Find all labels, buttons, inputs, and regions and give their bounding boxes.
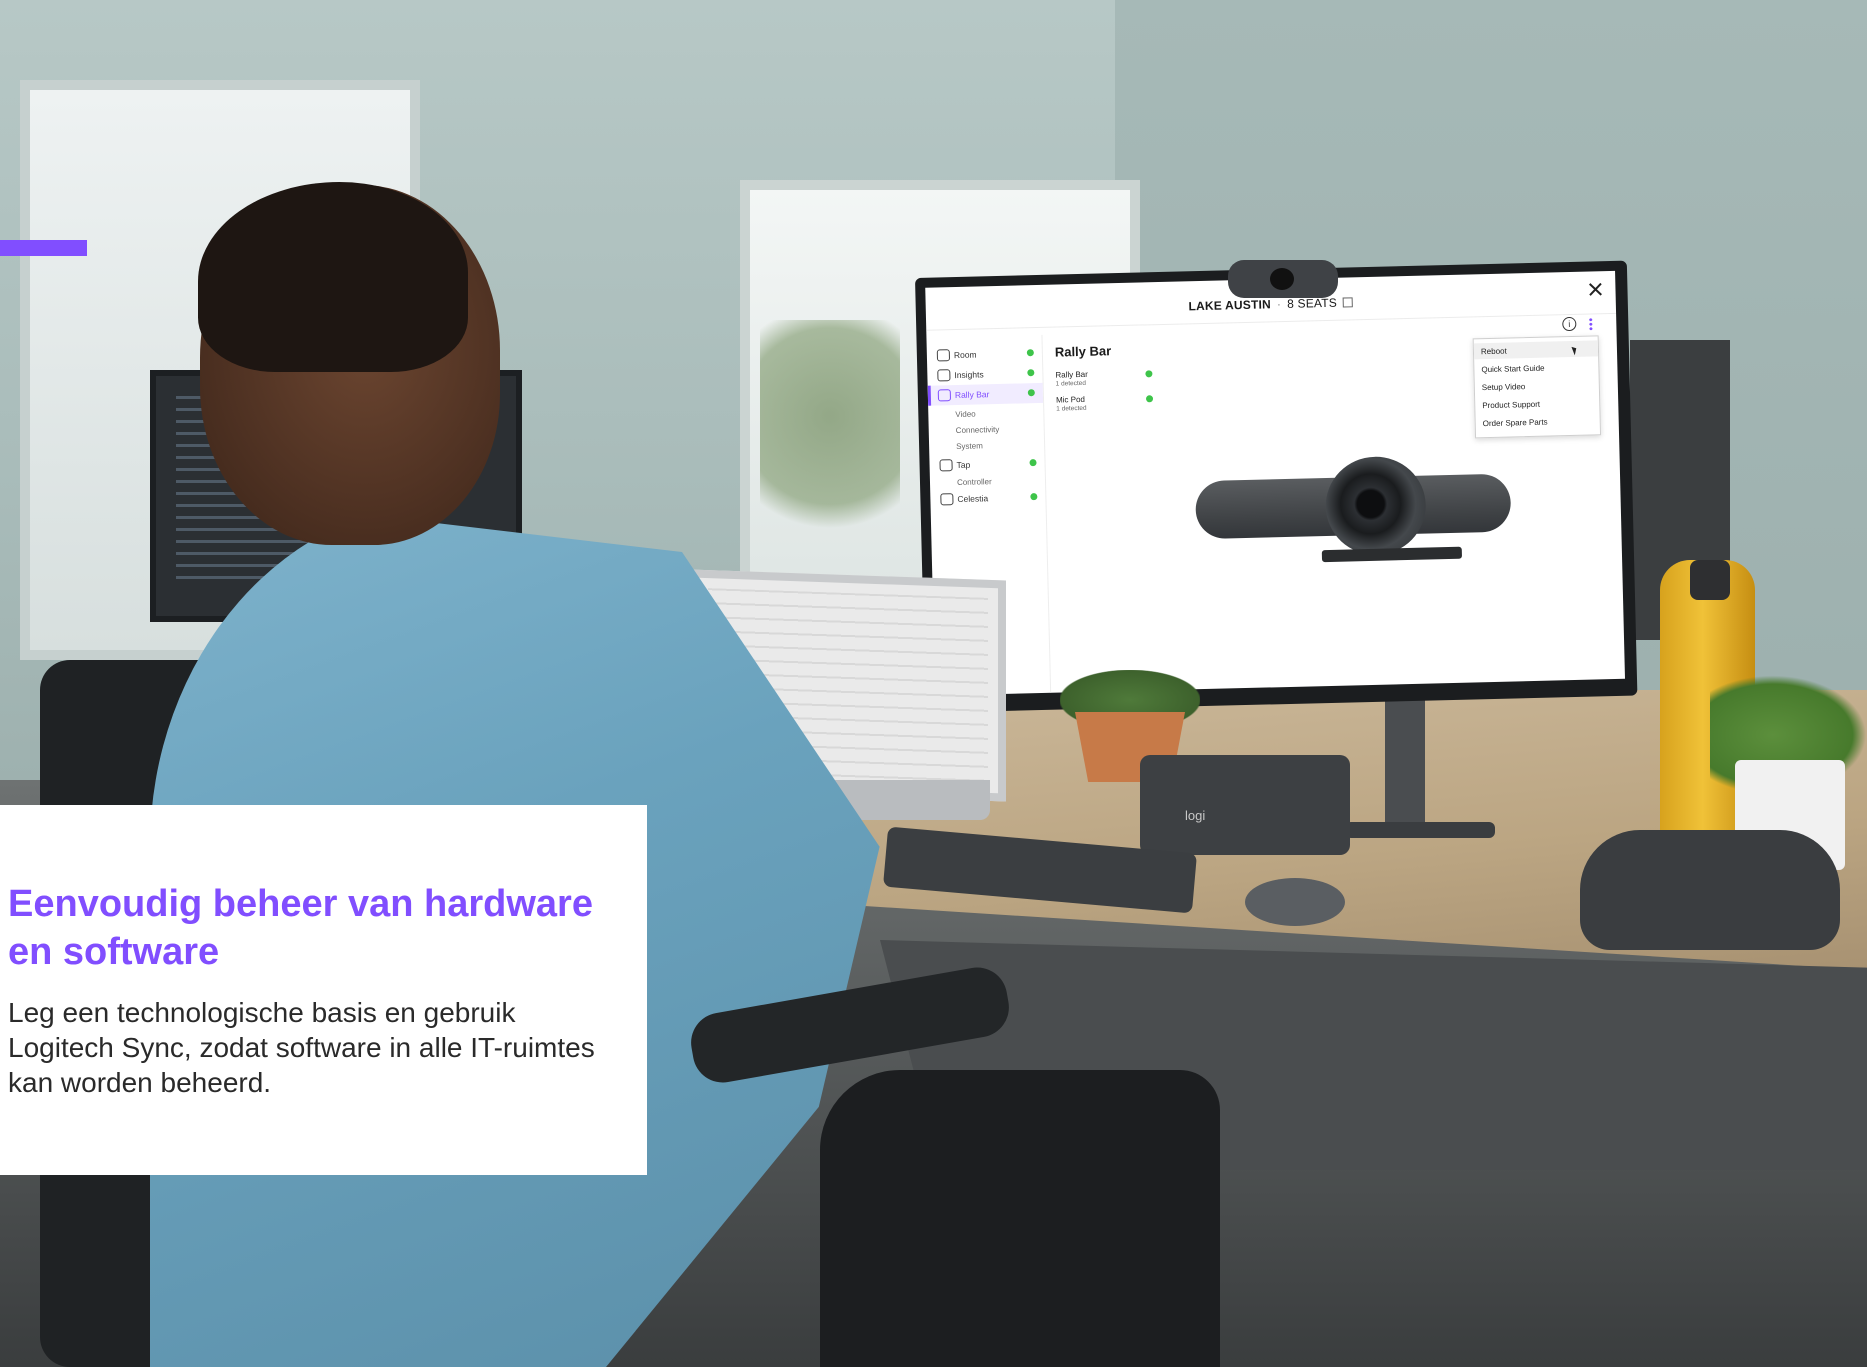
menu-item-label: Reboot [1480, 346, 1507, 357]
background-plant [760, 320, 900, 560]
sync-app-window: LAKE AUSTIN · 8 SEATS Room Insights Rall… [925, 270, 1626, 696]
content-title: Rally Bar [1054, 343, 1112, 360]
menu-item-order-spare-parts[interactable]: Order Spare Parts [1476, 412, 1600, 431]
info-icon[interactable]: i [1562, 316, 1577, 332]
sidebar-item-label: Insights [954, 369, 984, 381]
menu-item-label: Product Support [1482, 399, 1541, 411]
sidebar-item-label: Tap [956, 459, 971, 471]
status-ok-icon [1026, 349, 1034, 357]
body-text: Leg een technologische basis en gebruik … [8, 997, 595, 1098]
status-ok-icon [1145, 395, 1154, 403]
rally-bar-camera-lens [1324, 455, 1427, 557]
status-ok-icon [1145, 370, 1153, 378]
sidebar-sub-connectivity[interactable]: Connectivity [956, 425, 1000, 435]
separator: · [1276, 297, 1282, 312]
speaker-logo: logi [1185, 808, 1206, 823]
sidebar-sub-video[interactable]: Video [955, 410, 976, 419]
mouse [1245, 878, 1345, 926]
device-status: 1 detected [1055, 379, 1087, 388]
menu-item-label: Setup Video [1481, 382, 1526, 393]
device-row-rally-bar[interactable]: Rally Bar 1 detected [1055, 370, 1088, 388]
status-ok-icon [1029, 459, 1037, 467]
menu-item-label: Quick Start Guide [1481, 363, 1545, 375]
device-status: 1 detected [1056, 404, 1087, 413]
webcam-lens [1270, 268, 1294, 290]
monitor-stand [1385, 688, 1425, 833]
rally-bar-stand [1321, 546, 1463, 563]
menu-item-quick-start-guide[interactable]: Quick Start Guide [1474, 358, 1598, 377]
room-icon [936, 349, 951, 362]
speaker-icon [940, 493, 954, 506]
headline: Eenvoudig beheer van hardware en softwar… [8, 883, 593, 973]
sidebar-item-label: Room [953, 349, 977, 361]
accent-bar [0, 240, 87, 256]
sidebar-item-room[interactable]: Room [927, 343, 1042, 366]
main-monitor: LAKE AUSTIN · 8 SEATS Room Insights Rall… [915, 260, 1638, 713]
lightbulb-icon [937, 369, 951, 382]
sidebar-item-tap[interactable]: Tap [929, 453, 1044, 476]
sidebar-item-label: Celestia [957, 493, 989, 505]
headset [1580, 830, 1840, 950]
status-ok-icon [1027, 369, 1035, 377]
monitor-stand-base [1345, 822, 1495, 838]
more-options-icon[interactable] [1589, 317, 1593, 331]
menu-item-label: Order Spare Parts [1482, 417, 1548, 429]
menu-item-product-support[interactable]: Product Support [1475, 394, 1599, 413]
edit-icon[interactable] [1342, 297, 1354, 308]
sidebar-item-insights[interactable]: Insights [927, 363, 1042, 386]
menu-item-setup-video[interactable]: Setup Video [1475, 376, 1599, 395]
device-name: Mic Pod [1055, 394, 1086, 405]
status-ok-icon [1027, 389, 1035, 397]
person-legs [820, 1070, 1220, 1367]
sidebar-sub-system[interactable]: System [956, 441, 983, 451]
device-menu: Reboot Quick Start Guide Setup Video Pro… [1472, 335, 1602, 439]
menu-item-reboot[interactable]: Reboot [1473, 340, 1599, 360]
sidebar-item-celestia[interactable]: Celestia [930, 487, 1045, 510]
sidebar-sub-controller[interactable]: Controller [957, 477, 992, 487]
bottle-cap [1690, 560, 1730, 600]
sidebar-item-rally-bar[interactable]: Rally Bar [927, 382, 1044, 406]
device-row-mic-pod[interactable]: Mic Pod 1 detected [1056, 395, 1087, 413]
device-name: Rally Bar [1055, 369, 1088, 380]
status-ok-icon [1030, 493, 1038, 501]
sidebar-item-label: Rally Bar [954, 389, 990, 401]
person-hair [198, 182, 468, 372]
camera-bar-icon [937, 389, 952, 402]
close-icon[interactable] [1587, 281, 1603, 297]
tablet-icon [939, 459, 953, 472]
room-name: LAKE AUSTIN [1188, 297, 1272, 314]
text-card: Eenvoudig beheer van hardware en softwar… [0, 805, 647, 1175]
speaker-device [1140, 755, 1350, 855]
